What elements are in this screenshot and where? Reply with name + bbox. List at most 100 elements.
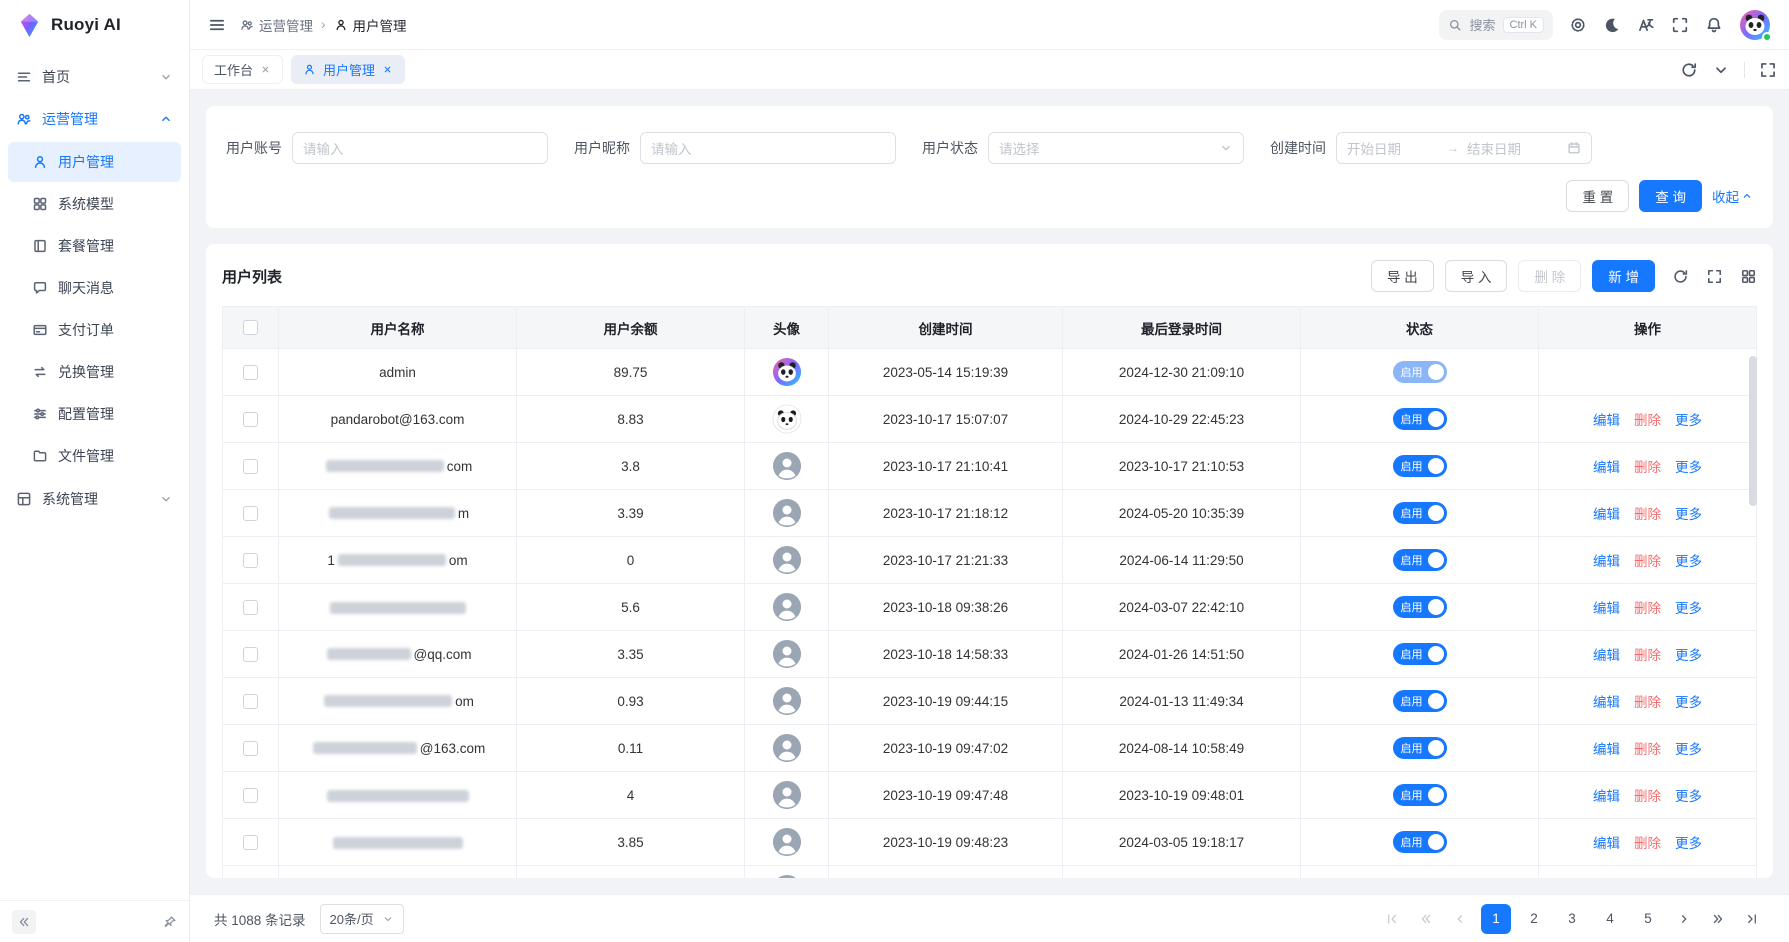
status-toggle[interactable]: 启用 (1393, 690, 1447, 712)
edit-link[interactable]: 编辑 (1593, 695, 1620, 710)
sidebar-item-home[interactable]: 首页 (0, 56, 189, 98)
tab-user-management[interactable]: 用户管理 (291, 55, 405, 84)
chevron-down-icon[interactable] (1712, 61, 1730, 79)
sidebar-item-system-models[interactable]: 系统模型 (8, 184, 181, 224)
sidebar-item-payment-orders[interactable]: 支付订单 (8, 310, 181, 350)
language-translate-icon[interactable] (1637, 16, 1655, 34)
more-link[interactable]: 更多 (1675, 695, 1702, 710)
row-checkbox[interactable] (243, 647, 258, 662)
row-checkbox[interactable] (243, 365, 258, 380)
sidebar-collapse-button[interactable] (12, 910, 36, 934)
menu-toggle-icon[interactable] (208, 16, 226, 34)
account-input[interactable]: 请输入 (292, 132, 548, 164)
sidebar-item-package-management[interactable]: 套餐管理 (8, 226, 181, 266)
status-toggle[interactable]: 启用 (1393, 737, 1447, 759)
delete-link[interactable]: 删除 (1634, 554, 1661, 569)
row-checkbox[interactable] (243, 741, 258, 756)
delete-link[interactable]: 删除 (1634, 413, 1661, 428)
fullscreen-icon[interactable] (1671, 16, 1689, 34)
status-toggle[interactable]: 启用 (1393, 831, 1447, 853)
sidebar-item-file-management[interactable]: 文件管理 (8, 436, 181, 476)
sidebar-item-config-management[interactable]: 配置管理 (8, 394, 181, 434)
edit-link[interactable]: 编辑 (1593, 413, 1620, 428)
status-toggle[interactable]: 启用 (1393, 643, 1447, 665)
page-1[interactable]: 1 (1481, 904, 1511, 934)
table-scrollbar[interactable] (1749, 352, 1757, 878)
status-toggle[interactable]: 启用 (1393, 408, 1447, 430)
settings-gear-icon[interactable] (1569, 16, 1587, 34)
page-3[interactable]: 3 (1557, 904, 1587, 934)
page-4[interactable]: 4 (1595, 904, 1625, 934)
row-checkbox[interactable] (243, 506, 258, 521)
sidebar-item-chat-messages[interactable]: 聊天消息 (8, 268, 181, 308)
dark-mode-moon-icon[interactable] (1603, 16, 1621, 34)
delete-link[interactable]: 删除 (1634, 836, 1661, 851)
more-link[interactable]: 更多 (1675, 836, 1702, 851)
row-checkbox[interactable] (243, 835, 258, 850)
edit-link[interactable]: 编辑 (1593, 789, 1620, 804)
add-button[interactable]: 新 增 (1592, 260, 1655, 292)
created-time-range[interactable]: 开始日期→结束日期 (1336, 132, 1592, 164)
delete-link[interactable]: 删除 (1634, 789, 1661, 804)
delete-link[interactable]: 删除 (1634, 742, 1661, 757)
refresh-tab-icon[interactable] (1680, 61, 1698, 79)
scrollbar-thumb[interactable] (1749, 356, 1757, 506)
status-toggle[interactable]: 启用 (1393, 596, 1447, 618)
layout-expand-icon[interactable] (1759, 61, 1777, 79)
edit-link[interactable]: 编辑 (1593, 648, 1620, 663)
collapse-filter-link[interactable]: 收起 (1712, 186, 1753, 206)
nickname-input[interactable]: 请输入 (640, 132, 896, 164)
more-link[interactable]: 更多 (1675, 507, 1702, 522)
page-2[interactable]: 2 (1519, 904, 1549, 934)
status-select[interactable]: 请选择 (988, 132, 1244, 164)
select-all-checkbox[interactable] (243, 320, 258, 335)
row-checkbox[interactable] (243, 412, 258, 427)
edit-link[interactable]: 编辑 (1593, 460, 1620, 475)
edit-link[interactable]: 编辑 (1593, 507, 1620, 522)
row-checkbox[interactable] (243, 553, 258, 568)
status-toggle[interactable]: 启用 (1393, 361, 1447, 383)
query-button[interactable]: 查 询 (1639, 180, 1702, 212)
edit-link[interactable]: 编辑 (1593, 554, 1620, 569)
sidebar-item-operations[interactable]: 运营管理 (0, 98, 189, 140)
delete-link[interactable]: 删除 (1634, 460, 1661, 475)
sidebar-item-user-management[interactable]: 用户管理 (8, 142, 181, 182)
page-size-select[interactable]: 20条/页 (320, 904, 404, 934)
refresh-list-icon[interactable] (1672, 268, 1689, 285)
sidebar-item-exchange-management[interactable]: 兑换管理 (8, 352, 181, 392)
status-toggle[interactable]: 启用 (1393, 549, 1447, 571)
row-checkbox[interactable] (243, 694, 258, 709)
delete-link[interactable]: 删除 (1634, 648, 1661, 663)
import-button[interactable]: 导 入 (1445, 260, 1508, 292)
row-checkbox[interactable] (243, 459, 258, 474)
more-link[interactable]: 更多 (1675, 742, 1702, 757)
status-toggle[interactable]: 启用 (1393, 784, 1447, 806)
delete-link[interactable]: 删除 (1634, 507, 1661, 522)
status-toggle[interactable]: 启用 (1393, 502, 1447, 524)
column-settings-icon[interactable] (1740, 268, 1757, 285)
row-checkbox[interactable] (243, 788, 258, 803)
delete-link[interactable]: 删除 (1634, 601, 1661, 616)
more-link[interactable]: 更多 (1675, 648, 1702, 663)
tab-workbench[interactable]: 工作台 (202, 55, 283, 84)
more-link[interactable]: 更多 (1675, 601, 1702, 616)
edit-link[interactable]: 编辑 (1593, 742, 1620, 757)
close-icon[interactable] (260, 64, 271, 75)
expand-table-icon[interactable] (1706, 268, 1723, 285)
last-page-icon[interactable] (1739, 906, 1765, 932)
edit-link[interactable]: 编辑 (1593, 836, 1620, 851)
user-avatar[interactable] (1739, 9, 1771, 41)
notifications-bell-icon[interactable] (1705, 16, 1723, 34)
more-link[interactable]: 更多 (1675, 413, 1702, 428)
app-logo[interactable]: Ruoyi AI (0, 0, 189, 50)
edit-link[interactable]: 编辑 (1593, 601, 1620, 616)
status-toggle[interactable]: 启用 (1393, 455, 1447, 477)
global-search[interactable]: 搜索 Ctrl K (1439, 10, 1553, 40)
export-button[interactable]: 导 出 (1371, 260, 1434, 292)
more-link[interactable]: 更多 (1675, 554, 1702, 569)
close-icon[interactable] (382, 64, 393, 75)
delete-link[interactable]: 删除 (1634, 695, 1661, 710)
next-page-icon[interactable] (1671, 906, 1697, 932)
reset-button[interactable]: 重 置 (1566, 180, 1629, 212)
pin-icon[interactable] (163, 915, 177, 929)
